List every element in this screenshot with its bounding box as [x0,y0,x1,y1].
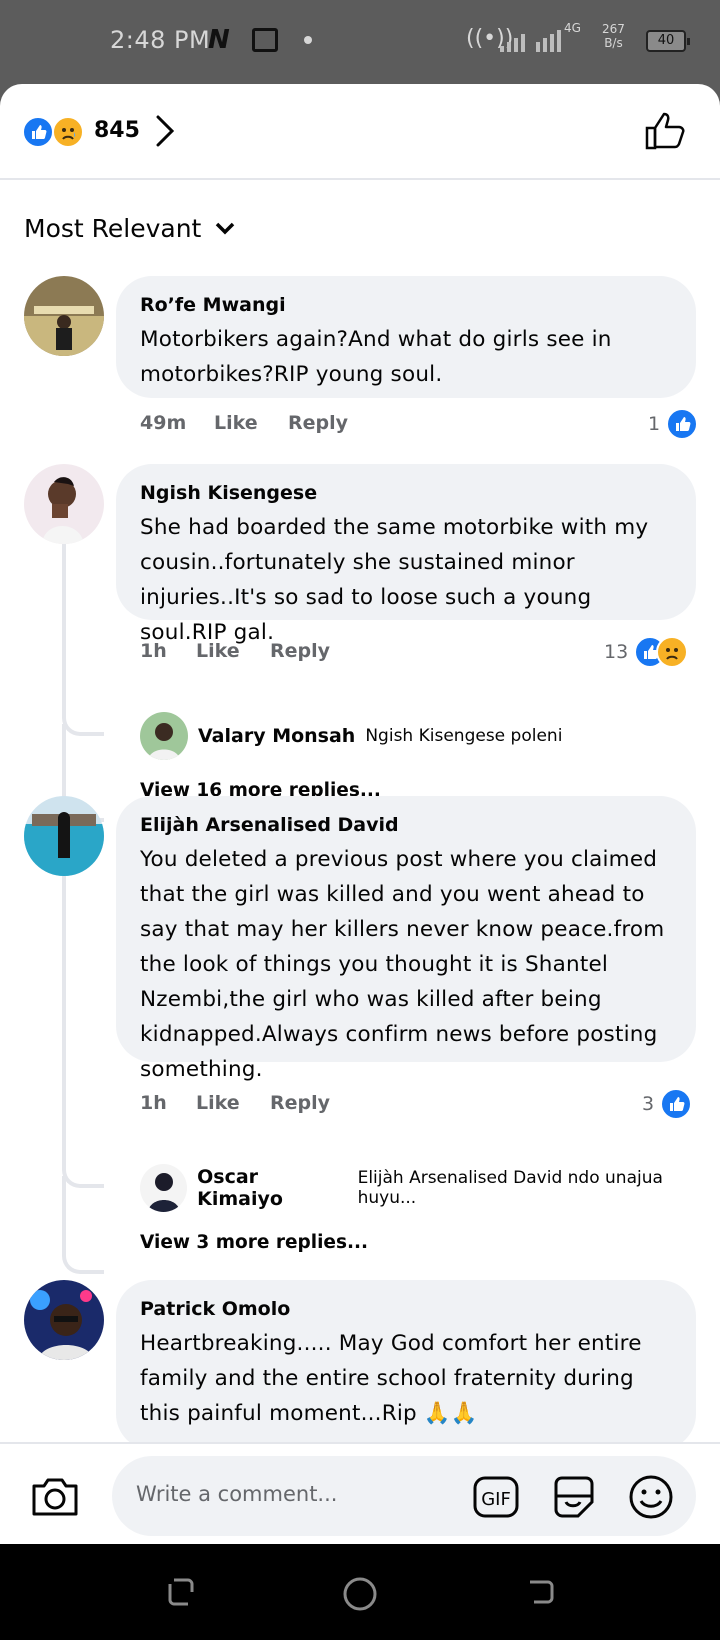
avatar[interactable] [24,276,104,356]
back-icon[interactable] [524,1576,556,1608]
avatar[interactable] [24,1280,104,1360]
like-reaction-icon [22,116,54,148]
comment-input-placeholder: Write a comment... [136,1482,338,1506]
sim-notification-icon [252,28,278,52]
network-type: 4G [564,21,581,35]
comment-reaction-count: 1 [648,413,661,435]
reply-button[interactable]: Reply [270,640,330,662]
system-navigation-bar [0,1544,720,1640]
sad-icon [656,636,689,668]
battery-icon: 40 [646,30,690,52]
comment-text: Motorbikers again?And what do girls see … [140,327,612,387]
comment-composer: Write a comment... GIF [0,1442,720,1544]
reply-button[interactable]: Reply [270,1092,330,1114]
view-more-replies[interactable]: View 3 more replies... [140,1232,368,1253]
gif-button[interactable]: GIF [472,1474,520,1524]
chevron-down-icon [216,222,235,234]
like-icon [666,408,699,440]
netflix-notification-icon: N [208,25,230,55]
gif-label: GIF [481,1489,511,1510]
comment-time: 1h [140,1092,167,1114]
like-icon [660,1088,693,1120]
comment-reactions[interactable]: 13 [604,636,689,668]
avatar[interactable] [24,796,104,876]
comment-author[interactable]: Elijàh Arsenalised David [140,812,672,838]
status-time: 2:48 PM [110,26,211,54]
sort-dropdown[interactable]: Most Relevant [24,214,235,243]
comment-text: She had boarded the same motorbike with … [140,515,649,645]
more-notifications-dot-icon [304,36,312,44]
thread-line [62,876,104,1188]
avatar[interactable] [24,464,104,544]
like-button[interactable]: Like [196,640,270,662]
comment-actions: 49m Like Reply [140,412,348,434]
comment-actions: 1h Like Reply [140,1092,330,1114]
emoji-icon[interactable] [628,1474,674,1524]
network-speed-unit: B/s [604,36,623,50]
comment-reactions[interactable]: 3 [642,1088,693,1120]
sticker-icon[interactable] [550,1474,598,1524]
comment-text: You deleted a previous post where you cl… [140,847,665,1082]
reply-text: Ngish Kisengese poleni [365,726,563,746]
sad-reaction-icon [52,116,84,148]
reply-author[interactable]: Valary Monsah [198,725,355,747]
reactions-header[interactable]: 845 [0,84,720,180]
comment-reactions[interactable]: 1 [648,408,699,440]
comment-bubble[interactable]: Elijàh Arsenalised David You deleted a p… [116,796,696,1082]
comment-reaction-count: 13 [604,641,629,663]
comment-author[interactable]: Ngish Kisengese [140,480,672,506]
reply-button[interactable]: Reply [288,412,348,434]
network-speed: 267 B/s [602,22,625,50]
comment-time: 1h [140,640,167,662]
like-post-button[interactable] [644,110,688,156]
comment-bubble[interactable]: Patrick Omolo Heartbreaking..... May God… [116,1280,696,1450]
comment-time: 49m [140,412,187,434]
comment-input[interactable]: Write a comment... GIF [112,1456,696,1536]
like-button[interactable]: Like [196,1092,270,1114]
home-icon[interactable] [342,1576,378,1612]
comment-reaction-count: 3 [642,1093,655,1115]
status-bar: 2:48 PM N ((•)) 4G 267 B/s 40 [0,0,720,84]
network-speed-value: 267 [602,22,625,36]
chevron-right-icon[interactable] [154,114,176,152]
comment-bubble[interactable]: Ro’fe Mwangi Motorbikers again?And what … [116,276,696,398]
like-button[interactable]: Like [214,412,288,434]
reply-preview[interactable]: Oscar Kimaiyo Elijàh Arsenalised David n… [140,1164,720,1212]
comment-bubble[interactable]: Ngish Kisengese She had boarded the same… [116,464,696,645]
camera-icon[interactable] [30,1474,80,1522]
reaction-count: 845 [94,118,140,143]
avatar[interactable] [140,712,188,760]
comment-author[interactable]: Patrick Omolo [140,1296,672,1322]
comment-actions: 1h Like Reply [140,640,330,662]
avatar[interactable] [140,1164,188,1212]
comments-sheet: 845 Most Relevant Ro’fe Mwangi Motorbike… [0,84,720,1544]
comment-author[interactable]: Ro’fe Mwangi [140,292,672,318]
signal-bars-icon [500,30,561,52]
comment-text: Heartbreaking..... May God comfort her e… [140,1331,642,1426]
sort-label: Most Relevant [24,214,202,243]
reply-preview[interactable]: Valary Monsah Ngish Kisengese poleni [140,712,562,760]
reply-author[interactable]: Oscar Kimaiyo [197,1166,347,1210]
thread-line [62,1176,104,1274]
reply-text: Elijàh Arsenalised David ndo unajua huyu… [357,1168,663,1208]
thread-line [62,544,104,736]
recent-apps-icon[interactable] [164,1576,196,1608]
